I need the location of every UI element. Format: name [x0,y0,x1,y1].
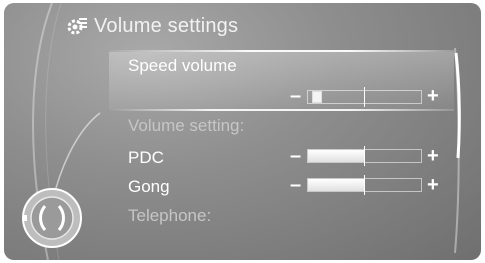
speed-volume-plus-button[interactable]: + [427,86,439,106]
gear-icon [67,18,87,35]
volume-setting-label: Volume setting: [128,116,245,135]
speed-volume-slider[interactable] [307,87,422,107]
pdc-slider-fill [308,150,365,162]
speed-volume-slider-knob[interactable] [312,91,322,103]
pdc-item[interactable]: PDC [128,148,164,168]
slider-center-tick [364,175,365,195]
slider-center-tick [364,87,365,107]
controller-knob-icon[interactable] [20,186,84,250]
pdc-slider[interactable] [307,146,422,166]
pdc-plus-button[interactable]: + [427,146,439,166]
gong-slider-fill [308,179,365,191]
speed-volume-item[interactable]: Speed volume [128,56,237,76]
page-title: Volume settings [94,14,239,37]
slider-center-tick [364,146,365,166]
gong-item[interactable]: Gong [128,177,170,197]
gong-minus-button[interactable]: – [290,175,301,195]
display-screen: Volume settings Speed volume – + Volume … [4,3,481,260]
selection-bottom-line [109,109,454,111]
speed-volume-minus-button[interactable]: – [290,86,301,106]
header: Volume settings [66,13,238,39]
gong-slider[interactable] [307,175,422,195]
gong-plus-button[interactable]: + [427,175,439,195]
scrollbar[interactable] [453,48,461,253]
telephone-item[interactable]: Telephone: [128,206,211,226]
pdc-minus-button[interactable]: – [290,146,301,166]
